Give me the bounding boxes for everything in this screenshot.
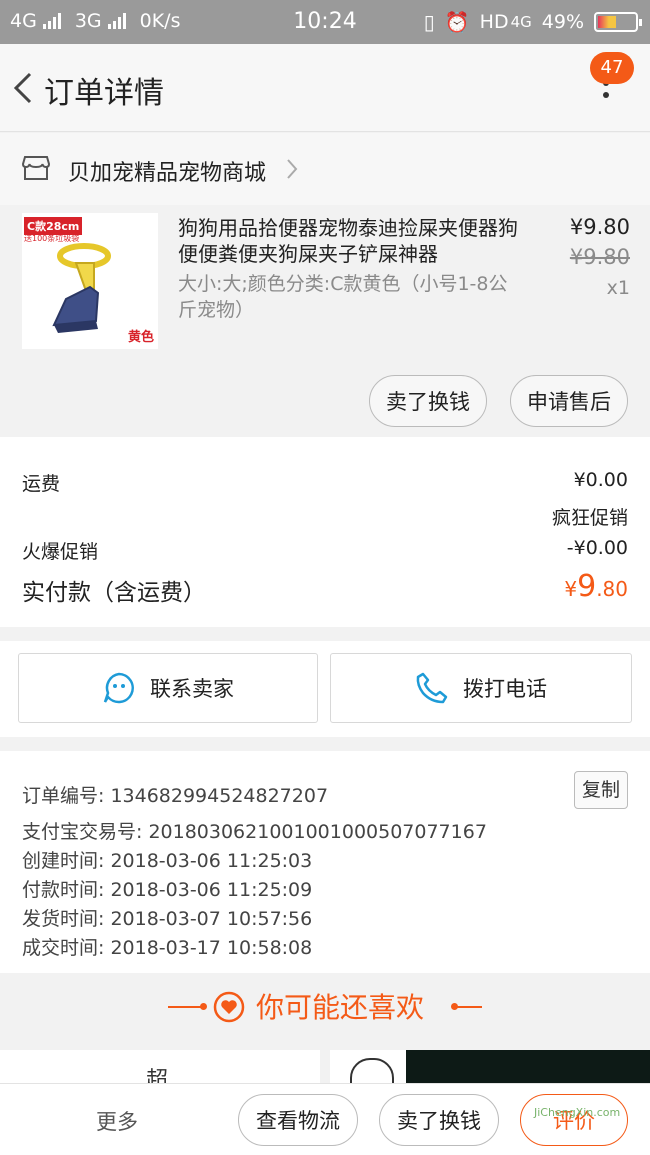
bottom-action-bar: 更多 查看物流 卖了换钱 评价: [0, 1083, 650, 1155]
total-label: 实付款（含运费）: [22, 580, 206, 606]
contact-seller-label: 联系卖家: [150, 677, 234, 701]
product-item[interactable]: C款28cm 送100条垃圾袋 黄色 狗狗用品拾便器宠物泰迪捡屎夹便器狗便便粪便…: [0, 205, 650, 437]
page-title: 订单详情: [44, 76, 164, 111]
call-label: 拨打电话: [463, 677, 547, 701]
sell-exchange-button[interactable]: 卖了换钱: [369, 375, 487, 427]
order-number: 订单编号: 134682994524827207: [22, 785, 329, 807]
message-count-badge: 47: [590, 52, 634, 84]
phone-icon: [416, 672, 448, 704]
after-sale-button[interactable]: 申请售后: [510, 375, 628, 427]
call-button[interactable]: 拨打电话: [330, 653, 632, 723]
divider-right: [456, 1006, 482, 1008]
product-quantity: x1: [606, 277, 630, 299]
shipping-value: ¥0.00: [573, 469, 628, 491]
chevron-right-icon: [287, 159, 298, 179]
battery-level: [598, 16, 616, 28]
view-logistics-button[interactable]: 查看物流: [238, 1094, 358, 1146]
shop-row[interactable]: 贝加宠精品宠物商城: [0, 133, 650, 205]
shipped-time: 发货时间: 2018-03-07 10:57:56: [22, 908, 313, 930]
battery-icon: [594, 12, 642, 32]
divider-left: [168, 1006, 202, 1008]
recommend-title: 你可能还喜欢: [256, 991, 425, 1024]
total-currency: ¥: [564, 577, 578, 601]
shop-icon: [22, 156, 50, 180]
recommend-header: 你可能还喜欢: [0, 974, 650, 1042]
image-color-label: 黄色: [127, 330, 154, 345]
back-arrow-icon[interactable]: [8, 66, 38, 110]
product-original-price: ¥9.80: [569, 245, 630, 269]
paid-time: 付款时间: 2018-03-06 11:25:09: [22, 879, 313, 901]
hot-promo-label: 火爆促销: [22, 541, 99, 563]
watermark: JiChengXin.com: [534, 1106, 621, 1119]
total-value: ¥9.80: [564, 569, 628, 604]
hd-indicator: HD: [479, 11, 509, 33]
contact-row: 联系卖家 拨打电话: [0, 641, 650, 737]
completed-time: 成交时间: 2018-03-17 10:58:08: [22, 937, 313, 959]
chat-bubble-icon: [103, 672, 134, 704]
contact-seller-button[interactable]: 联系卖家: [18, 653, 318, 723]
product-price: ¥9.80: [569, 215, 630, 239]
network-type-4g: 4G: [510, 13, 532, 31]
more-button[interactable]: 更多: [96, 1106, 138, 1136]
sell-exchange-bottom-button[interactable]: 卖了换钱: [379, 1094, 499, 1146]
review-button[interactable]: 评价: [520, 1094, 628, 1146]
product-name: 狗狗用品拾便器宠物泰迪捡屎夹便器狗便便粪便夹狗屎夹子铲屎神器: [178, 216, 518, 266]
heart-circle-icon: [213, 991, 245, 1023]
divider-dot-left: [200, 1003, 207, 1010]
alarm-icon: ⏰: [444, 10, 470, 34]
price-summary: 运费 ¥0.00 疯狂促销 火爆促销 -¥0.00 实付款（含运费） ¥9.80: [0, 437, 650, 627]
promo-name: 疯狂促销: [551, 507, 628, 529]
hot-promo-value: -¥0.00: [566, 537, 628, 559]
shipping-label: 运费: [22, 473, 61, 495]
total-integer: 9: [577, 569, 597, 604]
product-spec: 大小:大;颜色分类:C款黄色（小号1-8公斤宠物）: [178, 273, 508, 321]
copy-button[interactable]: 复制: [574, 771, 628, 809]
product-image[interactable]: C款28cm 送100条垃圾袋 黄色: [22, 213, 158, 349]
order-info: 订单编号: 134682994524827207 复制 支付宝交易号: 2018…: [0, 751, 650, 973]
status-bar: 4G 3G 0K/s 10:24 ▯ ⏰ HD 4G 49%: [0, 0, 650, 44]
total-decimal: .80: [596, 577, 628, 601]
created-time: 创建时间: 2018-03-06 11:25:03: [22, 850, 313, 872]
shop-name: 贝加宠精品宠物商城: [68, 161, 267, 186]
alipay-number: 支付宝交易号: 2018030621001001000507077167: [22, 821, 487, 843]
nav-bar: 订单详情: [0, 44, 650, 132]
battery-percent: 49%: [541, 11, 584, 33]
vibrate-icon: ▯: [423, 10, 435, 34]
recommend-items: 超: [0, 1046, 650, 1093]
